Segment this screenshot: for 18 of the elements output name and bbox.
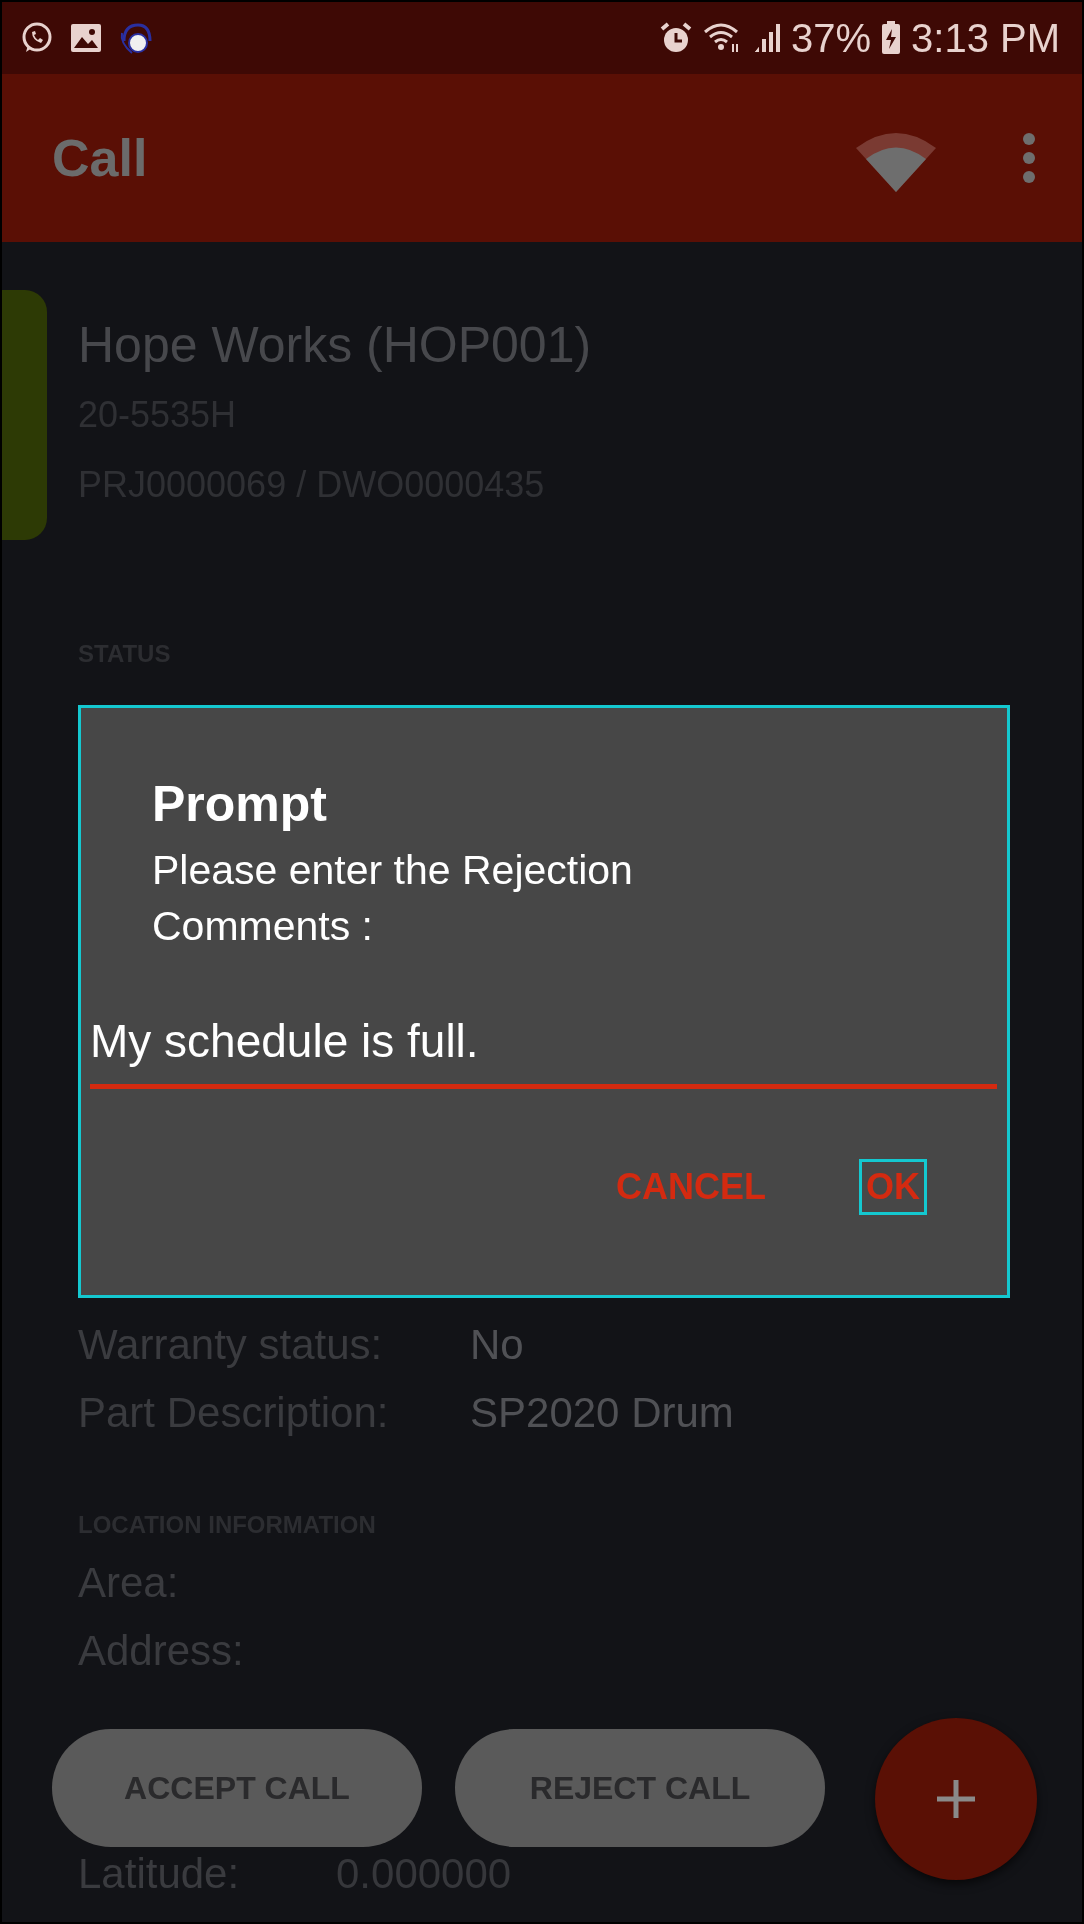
chat-icon: [20, 21, 54, 55]
dialog-button[interactable]: OK: [859, 1159, 927, 1215]
signal-wedge-icon: [856, 130, 936, 192]
battery-percent: 37%: [790, 15, 872, 61]
dialog-message: Please enter the Rejection Comments :: [152, 846, 634, 951]
dialog-title: Prompt: [152, 775, 328, 834]
comment-input[interactable]: My schedule is full.: [90, 1008, 997, 1089]
battery-charging-icon: [881, 21, 902, 55]
clock-time: 3:13 PM: [911, 15, 1060, 61]
alarm-icon: [658, 21, 693, 55]
plus-icon: [935, 1778, 977, 1820]
more-options-icon[interactable]: [1022, 132, 1036, 184]
dialog-button[interactable]: CANCEL: [609, 1159, 773, 1215]
field-value: No: [470, 1321, 524, 1369]
field-value: SP2020 Drum: [470, 1389, 734, 1437]
signal-icon: [752, 22, 781, 54]
image-icon: [70, 23, 102, 53]
screen-title: Call: [52, 128, 149, 188]
